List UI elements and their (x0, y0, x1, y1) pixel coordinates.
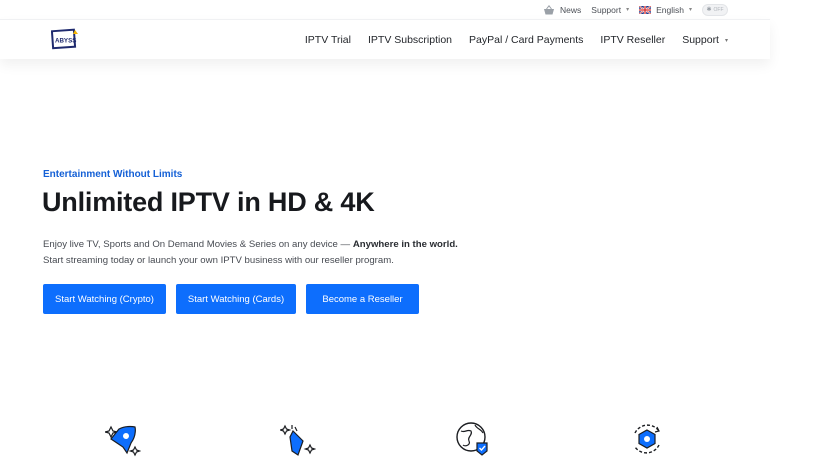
hero-eyebrow: Entertainment Without Limits (43, 169, 183, 180)
nav-item-label: IPTV Trial (304, 34, 351, 46)
language-label: English (656, 4, 684, 15)
theme-toggle[interactable]: ✱ OFF (702, 3, 728, 16)
news-label: News (560, 4, 582, 15)
nav-item-iptv-subscription[interactable]: IPTV Subscription (368, 34, 452, 46)
toggle-label: OFF (713, 6, 724, 13)
nav-item-label: IPTV Reseller (600, 34, 666, 46)
top-utility-bar: News Support ▾ English ▾ ✱ OFF (0, 0, 770, 19)
primary-nav: IPTV Trial IPTV Subscription PayPal / Ca… (288, 20, 728, 60)
rocket-icon (105, 425, 141, 457)
nav-item-label: IPTV Subscription (367, 34, 453, 46)
nav-item-support[interactable]: Support ▾ (682, 34, 728, 46)
chevron-down-icon: ▾ (626, 7, 630, 13)
basket-icon (544, 4, 555, 14)
hero-buttons: Start Watching (Crypto) Start Watching (… (43, 284, 419, 314)
refresh-shield-icon (634, 424, 660, 454)
hero-title: Unlimited IPTV in HD & 4K (42, 187, 375, 217)
nav-item-iptv-reseller[interactable]: IPTV Reseller (600, 34, 665, 46)
nav-item-paypal-card-payments[interactable]: PayPal / Card Payments (469, 34, 583, 46)
support-label: Support (591, 4, 622, 15)
desc-line2: Start streaming today or launch your own… (43, 254, 394, 266)
start-watching-crypto-button[interactable]: Start Watching (Crypto) (43, 284, 166, 314)
toggle-switch[interactable]: ✱ OFF (702, 3, 728, 16)
globe-check-icon (456, 422, 488, 456)
news-link[interactable]: News (543, 4, 582, 15)
hero-description: Enjoy live TV, Sports and On Demand Movi… (43, 237, 463, 268)
nav-item-label: PayPal / Card Payments (469, 34, 584, 46)
magic-wand-icon (280, 424, 316, 456)
language-dropdown[interactable]: English ▾ (639, 5, 692, 15)
desc-line1: Enjoy live TV, Sports and On Demand Movi… (43, 239, 353, 250)
chevron-down-icon: ▾ (688, 7, 692, 13)
svg-text:ABYSS: ABYSS (55, 38, 76, 45)
desc-line1-bold: Anywhere in the world. (352, 239, 458, 250)
nav-item-label: Support (682, 34, 719, 46)
abyss-logo[interactable]: ABYSS (51, 28, 81, 50)
become-reseller-button[interactable]: Become a Reseller (306, 284, 419, 314)
nav-item-iptv-trial[interactable]: IPTV Trial (305, 34, 351, 46)
sun-icon: ✱ (706, 7, 712, 13)
main-navbar: ABYSS IPTV Trial IPTV Subscription PayPa… (0, 19, 770, 59)
support-dropdown[interactable]: Support ▾ (591, 5, 629, 15)
start-watching-cards-button[interactable]: Start Watching (Cards) (176, 284, 296, 314)
uk-flag-icon (639, 5, 652, 14)
chevron-down-icon: ▾ (724, 37, 728, 44)
